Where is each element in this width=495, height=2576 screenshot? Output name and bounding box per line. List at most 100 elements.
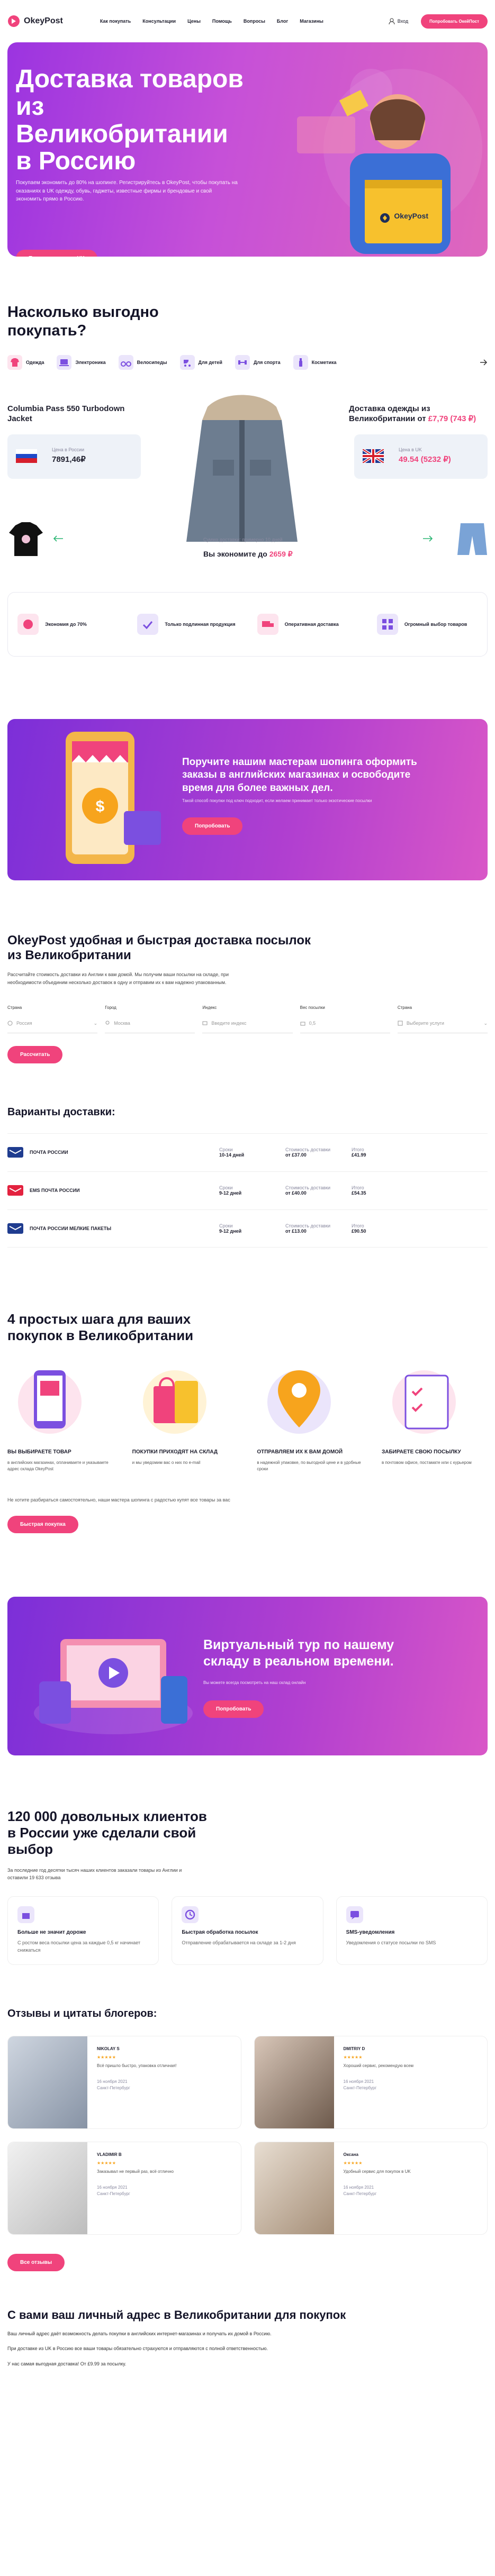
calculate-button[interactable]: Рассчитать (7, 1045, 63, 1063)
weight-field[interactable]: Вес посылки 0,5 (300, 1005, 390, 1033)
address-section: С вами ваш личный адрес в Великобритании… (0, 2308, 495, 2383)
country-field[interactable]: Страна Россия ⌄ (7, 1005, 98, 1033)
reviewer-name: Оксана (343, 2152, 358, 2158)
step-item: ЗАБИРАЕТЕ СВОЮ ПОСЫЛКУ в почтовом офисе,… (382, 1360, 488, 1472)
nav-item[interactable]: Цены (187, 19, 201, 24)
scale-icon (17, 1906, 34, 1924)
review-card[interactable]: DMITRIY D ★★★★★ Хороший сервис, рекоменд… (254, 2036, 488, 2129)
login-link[interactable]: Вход (389, 18, 408, 24)
review-photo (8, 2142, 87, 2235)
arrow-left-icon[interactable] (53, 535, 64, 542)
nav-item[interactable]: Блог (277, 19, 288, 24)
tab-electronics[interactable]: Электроника (57, 354, 106, 370)
jeans-thumb[interactable] (456, 522, 488, 556)
tab-sport[interactable]: Для спорта (235, 354, 281, 370)
hero-banner: Доставка товаров из Великобритании в Рос… (7, 42, 488, 257)
uk-price: £7,79 (743 ₽) (428, 414, 476, 424)
tshirt-thumb[interactable] (7, 522, 44, 556)
hero-button[interactable]: Получить адрес в UK (16, 250, 97, 257)
variant-total: £90.50 (352, 1228, 366, 1234)
arrow-right-icon[interactable] (422, 535, 433, 542)
variant-row[interactable]: ПОЧТА РОССИИ МЕЛКИЕ ПАКЕТЫ Сроки 9-12 дне… (7, 1209, 488, 1248)
field-label: Вес посылки (300, 1005, 325, 1010)
nav-item[interactable]: Как покупать (100, 19, 131, 24)
hero-title: Доставка товаров из Великобритании в Рос… (16, 65, 244, 176)
site-header: OkeyPost Как покупать Консультации Цены … (0, 0, 495, 42)
tab-kids[interactable]: Для детей (179, 354, 222, 370)
review-text: Заказывал не первый раз, всё отлично (97, 2169, 174, 2174)
rating-stars: ★★★★★ (343, 2055, 363, 2060)
client-benefit: SMS-уведомления Уведомления о статусе по… (336, 1896, 488, 1965)
col-label: Итого (352, 1147, 364, 1153)
tab-bikes[interactable]: Велосипеды (118, 354, 167, 370)
review-city: Санкт-Петербург (97, 2191, 130, 2197)
phone-illustration (18, 1370, 82, 1434)
tab-label: Одежда (26, 359, 44, 365)
variant-days: 9-12 дней (219, 1228, 242, 1234)
field-value: Введите индекс (211, 1021, 247, 1026)
promo-button[interactable]: Попробовать (182, 817, 243, 835)
saving-value: 2659 ₽ (269, 549, 293, 558)
reviewer-name: VLADIMIR B (97, 2152, 122, 2158)
nav-item[interactable]: Консультации (142, 19, 176, 24)
tab-clothes[interactable]: Одежда (7, 354, 44, 370)
variant-total: £54.35 (352, 1190, 366, 1196)
review-text: Удобный сервис для покупок в UK (343, 2169, 411, 2174)
address-paragraph: Ваш личный адрес даёт возможность делать… (7, 2331, 272, 2336)
step-item: ПОКУПКИ ПРИХОДЯТ НА СКЛАД и мы уведомим … (132, 1360, 238, 1472)
feature-item: Экономия до 70% (17, 613, 118, 635)
logo[interactable]: OkeyPost (7, 15, 63, 28)
all-reviews-button[interactable]: Все отзывы (7, 2254, 65, 2272)
address-paragraph: При доставке из UK в Россию все ваши тов… (7, 2346, 268, 2352)
tab-cosmetics[interactable]: Косметика (293, 354, 336, 370)
virtual-tour-illustration (34, 1639, 193, 1734)
variant-cost: от £13.00 (285, 1228, 307, 1234)
city-field[interactable]: Город Москва (105, 1005, 195, 1033)
tab-label: Электроника (75, 359, 106, 365)
steps-list: ВЫ ВЫБИРАЕТЕ ТОВАР в английских магазина… (7, 1360, 488, 1472)
col-label: Сроки (219, 1185, 233, 1191)
product-name: Columbia Pass 550 Turbodown Jacket (7, 404, 125, 424)
review-date: 16 ноября 2021 (97, 2079, 128, 2085)
col-label: Сроки (219, 1223, 233, 1228)
field-label: Страна (7, 1005, 22, 1010)
uk-delivery-title: Доставка одежды из Великобритании от £7,… (349, 404, 487, 424)
header-cta-button[interactable]: Попробовать ОкейПост (421, 14, 488, 29)
review-card[interactable]: VLADIMIR B ★★★★★ Заказывал не первый раз… (7, 2142, 241, 2235)
variant-row[interactable]: EMS ПОЧТА РОССИИ Сроки 9-12 дней Стоимост… (7, 1171, 488, 1209)
quick-buy-button[interactable]: Быстрая покупка (7, 1515, 78, 1533)
tour-button[interactable]: Попробовать (203, 1700, 264, 1718)
ems-icon (7, 1185, 23, 1196)
calc-text: Рассчитайте стоимость доставки из Англии… (7, 972, 229, 985)
variant-row[interactable]: ПОЧТА РОССИИ Сроки 10-14 дней Стоимость д… (7, 1133, 488, 1171)
promo-title: Поручите нашим мастерам шопинга оформить… (182, 756, 417, 794)
clock-icon (182, 1906, 199, 1924)
reviewer-name: NIKOLAY S (97, 2046, 120, 2052)
bike-icon (118, 354, 133, 370)
arrow-right-icon[interactable] (479, 358, 488, 367)
promo-text: Такой способ покупки под ключ подходит, … (182, 798, 372, 803)
phone-shop-illustration: $ (66, 731, 161, 864)
nav-item[interactable]: Магазины (300, 19, 323, 24)
nav-item[interactable]: Помощь (212, 19, 232, 24)
benefits-title: Насколько выгодно покупать? (7, 304, 159, 339)
saving-label: Вы экономите до (203, 549, 267, 558)
nav-item[interactable]: Вопросы (244, 19, 265, 24)
main-nav: Как покупать Консультации Цены Помощь Во… (100, 19, 323, 24)
step-text: и мы уведомим вас о них по e-mail (132, 1460, 201, 1466)
post-icon (7, 1147, 23, 1158)
variant-cost: от £40.00 (285, 1190, 307, 1196)
review-card[interactable]: NIKOLAY S ★★★★★ Всё пришло быстро, упако… (7, 2036, 241, 2129)
calc-title: OkeyPost удобная и быстрая доставка посы… (7, 933, 311, 963)
mail-icon (202, 1021, 208, 1025)
step-title: ПОКУПКИ ПРИХОДЯТ НА СКЛАД (132, 1449, 218, 1455)
user-icon (389, 18, 395, 24)
services-field[interactable]: Страна Выберите услуги ⌄ (397, 1005, 488, 1033)
client-benefit-text: Отправление обрабатывается на складе за … (182, 1940, 296, 1946)
client-benefit: Быстрая обработка посылок Отправление об… (172, 1896, 323, 1965)
review-list: NIKOLAY S ★★★★★ Всё пришло быстро, упако… (7, 2036, 488, 2235)
index-field[interactable]: Индекс Введите индекс (202, 1005, 293, 1033)
tab-label: Для спорта (253, 359, 281, 365)
review-card[interactable]: Оксана ★★★★★ Удобный сервис для покупок … (254, 2142, 488, 2235)
feature-item: Только подлинная продукция (137, 613, 238, 635)
